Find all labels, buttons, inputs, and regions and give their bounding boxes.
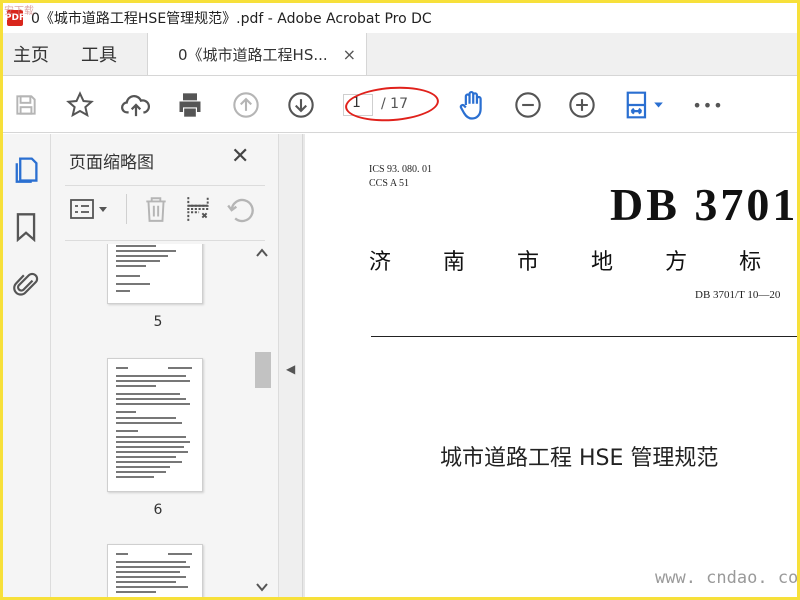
save-button[interactable] bbox=[10, 89, 42, 121]
document-tab-label: 0《城市道路工程HS... bbox=[178, 45, 328, 64]
page-total: / 17 bbox=[381, 96, 408, 112]
window-title: 0《城市道路工程HSE管理规范》.pdf - Adobe Acrobat Pro… bbox=[31, 11, 432, 27]
tab-home[interactable]: 主页 bbox=[3, 33, 59, 75]
tab-document[interactable]: 0《城市道路工程HS... × bbox=[147, 33, 367, 75]
tab-bar: 主页 工具 0《城市道路工程HS... × bbox=[3, 33, 797, 76]
save-icon bbox=[16, 95, 36, 115]
title-char: 地 bbox=[591, 250, 614, 275]
left-nav-rail bbox=[3, 134, 51, 597]
standard-code: DB 3701 bbox=[610, 179, 797, 230]
pdf-page: ICS 93. 080. 01 CCS A 51 DB 3701 济 南 市 地… bbox=[305, 134, 797, 597]
scroll-up-icon[interactable] bbox=[256, 248, 268, 258]
rotate-icon bbox=[227, 198, 254, 223]
document-title: 城市道路工程 HSE 管理规范 bbox=[440, 446, 719, 471]
scroll-down-icon[interactable] bbox=[256, 582, 268, 592]
tab-tools[interactable]: 工具 bbox=[71, 33, 127, 75]
bookmark-star-button[interactable] bbox=[64, 89, 96, 121]
panel-divider bbox=[65, 185, 265, 186]
bookmarks-button[interactable] bbox=[11, 212, 41, 242]
printer-icon bbox=[179, 93, 201, 117]
arrow-down-circle-icon bbox=[288, 92, 314, 118]
toolbar: 1 / 17 ••• bbox=[3, 77, 797, 133]
close-panel-icon[interactable]: ✕ bbox=[231, 144, 249, 169]
title-bar: PDF 0《城市道路工程HSE管理规范》.pdf - Adobe Acrobat… bbox=[3, 3, 797, 33]
panel-title: 页面缩略图 bbox=[69, 153, 154, 173]
pages-icon bbox=[15, 157, 38, 183]
trash-icon bbox=[146, 197, 166, 222]
thumbnail-label-5: 5 bbox=[153, 314, 163, 330]
close-tab-icon[interactable]: × bbox=[343, 45, 356, 64]
thumbnails-panel: 页面缩略图 ✕ 5 6 bbox=[51, 134, 279, 597]
thumbnail-options-button[interactable] bbox=[69, 192, 109, 226]
hand-icon bbox=[459, 91, 482, 120]
insert-page-icon bbox=[187, 197, 209, 221]
thumbnail-page-5[interactable] bbox=[107, 244, 203, 304]
thumbnail-page-7[interactable] bbox=[107, 544, 203, 597]
site-watermark: www. cndao. com bbox=[655, 568, 797, 588]
print-button[interactable] bbox=[174, 89, 206, 121]
ccs-code: CCS A 51 bbox=[369, 178, 410, 189]
document-viewport[interactable]: ICS 93. 080. 01 CCS A 51 DB 3701 济 南 市 地… bbox=[303, 134, 797, 597]
attachments-button[interactable] bbox=[11, 270, 41, 300]
thumbnail-page-6[interactable] bbox=[107, 358, 203, 492]
title-char: 济 bbox=[369, 250, 392, 275]
more-tools-button[interactable]: ••• bbox=[692, 89, 724, 121]
title-char: 方 bbox=[665, 250, 688, 275]
title-char: 标 bbox=[739, 250, 762, 275]
zoom-out-icon bbox=[515, 92, 541, 118]
paperclip-icon bbox=[13, 272, 39, 296]
page-thumbnails-button[interactable] bbox=[11, 154, 41, 184]
title-char: 市 bbox=[517, 250, 540, 275]
header-rule bbox=[371, 336, 797, 337]
zoom-out-button[interactable] bbox=[512, 89, 544, 121]
collapse-panel-strip[interactable]: ◀ bbox=[279, 134, 303, 597]
ics-code: ICS 93. 080. 01 bbox=[369, 164, 433, 175]
rotate-page-button[interactable] bbox=[227, 192, 255, 226]
zoom-in-button[interactable] bbox=[566, 89, 598, 121]
options-list-icon bbox=[70, 199, 107, 219]
upload-cloud-button[interactable] bbox=[120, 89, 152, 121]
thumbnail-label-6: 6 bbox=[153, 502, 163, 518]
scrollbar-thumb[interactable] bbox=[255, 352, 271, 388]
thumbnail-list[interactable]: 5 6 bbox=[65, 244, 251, 597]
delete-page-button[interactable] bbox=[143, 192, 169, 226]
previous-page-button[interactable] bbox=[230, 89, 262, 121]
panel-divider-2 bbox=[65, 240, 265, 241]
fit-width-icon bbox=[626, 91, 663, 119]
hand-tool-button[interactable] bbox=[456, 89, 488, 121]
fit-page-dropdown[interactable] bbox=[621, 89, 669, 121]
next-page-button[interactable] bbox=[285, 89, 317, 121]
zoom-in-icon bbox=[569, 92, 595, 118]
corner-watermark: 安下载 bbox=[4, 6, 34, 17]
bookmark-icon bbox=[16, 213, 36, 242]
page-number-input[interactable]: 1 bbox=[343, 94, 373, 116]
arrow-up-circle-icon bbox=[233, 92, 259, 118]
collapse-arrow-icon[interactable]: ◀ bbox=[286, 362, 295, 376]
standard-type-title: 济 南 市 地 方 标 bbox=[369, 244, 761, 276]
thumbnail-scrollbar[interactable] bbox=[253, 244, 271, 597]
star-icon bbox=[66, 91, 94, 118]
standard-number: DB 3701/T 10—20 bbox=[695, 289, 781, 301]
title-char: 南 bbox=[443, 250, 466, 275]
cloud-upload-icon bbox=[121, 95, 150, 117]
insert-page-button[interactable] bbox=[184, 192, 212, 226]
toolbar-divider bbox=[126, 194, 127, 224]
